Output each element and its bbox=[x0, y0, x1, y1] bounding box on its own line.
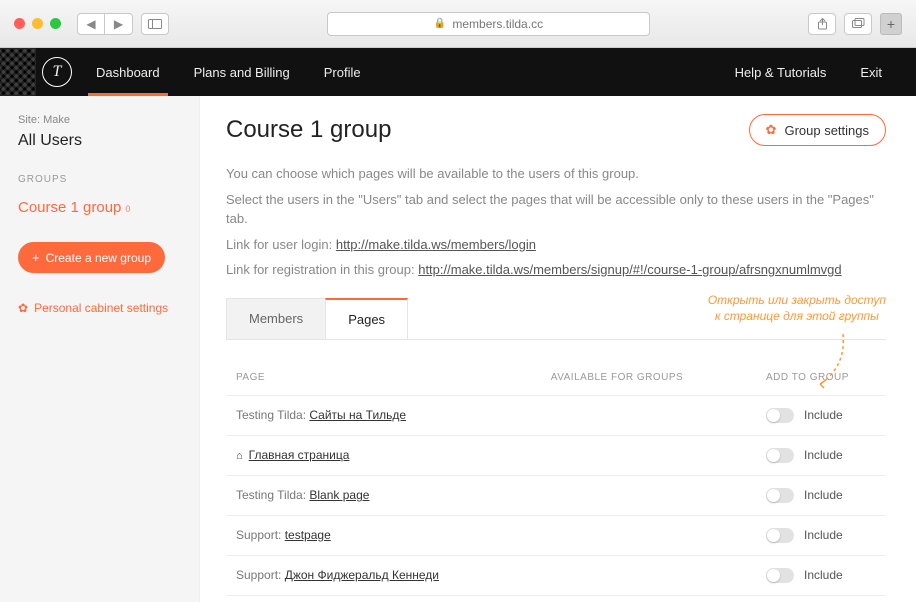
page-cell: Testing Tilda: Сайты на Тильде bbox=[226, 395, 541, 435]
available-cell bbox=[541, 515, 756, 555]
page-cell: Support: testpage bbox=[226, 515, 541, 555]
description-line-2: Select the users in the "Users" tab and … bbox=[226, 190, 886, 229]
gear-icon: ✿ bbox=[766, 122, 777, 138]
include-toggle[interactable] bbox=[766, 408, 794, 423]
add-cell: Include bbox=[756, 435, 886, 475]
page-prefix: Testing Tilda: bbox=[236, 488, 309, 502]
plus-icon: + bbox=[32, 250, 40, 265]
minimize-window-icon[interactable] bbox=[32, 18, 43, 29]
forward-button[interactable]: ▶ bbox=[105, 13, 133, 35]
callout-annotation: Открыть или закрыть доступ к странице дл… bbox=[708, 292, 886, 324]
pages-table: PAGE AVAILABLE FOR GROUPS ADD TO GROUP T… bbox=[226, 360, 886, 602]
include-label: Include bbox=[804, 488, 843, 502]
close-window-icon[interactable] bbox=[14, 18, 25, 29]
tabs-button[interactable] bbox=[844, 13, 872, 35]
available-cell bbox=[541, 435, 756, 475]
address-bar[interactable]: 🔒 members.tilda.cc bbox=[327, 12, 650, 36]
col-page: PAGE bbox=[226, 360, 541, 396]
include-label: Include bbox=[804, 448, 843, 462]
include-label: Include bbox=[804, 568, 843, 582]
nav-exit[interactable]: Exit bbox=[856, 65, 886, 80]
page-link[interactable]: Blank page bbox=[309, 488, 369, 502]
table-row: Testing Tilda: Blank page Include bbox=[226, 475, 886, 515]
page-cell: Testing Tilda: Blank page bbox=[226, 475, 541, 515]
available-cell bbox=[541, 395, 756, 435]
create-group-button[interactable]: + Create a new group bbox=[18, 242, 165, 273]
browser-chrome: ◀ ▶ 🔒 members.tilda.cc + bbox=[0, 0, 916, 48]
back-button[interactable]: ◀ bbox=[77, 13, 105, 35]
groups-heading: GROUPS bbox=[18, 174, 181, 185]
logo-letter: T bbox=[53, 63, 62, 81]
page-link[interactable]: Джон Фиджеральд Кеннеди bbox=[285, 568, 439, 582]
login-link-line: Link for user login: http://make.tilda.w… bbox=[226, 235, 886, 255]
nav-plans[interactable]: Plans and Billing bbox=[190, 48, 294, 96]
nav-dashboard[interactable]: Dashboard bbox=[92, 48, 164, 96]
include-toggle[interactable] bbox=[766, 488, 794, 503]
include-label: Include bbox=[804, 408, 843, 422]
home-icon: ⌂ bbox=[236, 450, 243, 462]
tab-members[interactable]: Members bbox=[226, 298, 326, 339]
site-label: Site: Make bbox=[18, 114, 181, 126]
table-row: Support: testpage Include bbox=[226, 515, 886, 555]
new-tab-button[interactable]: + bbox=[880, 13, 902, 35]
table-row: Support: Настройки страницы Include bbox=[226, 595, 886, 602]
available-cell bbox=[541, 595, 756, 602]
page-cell: ⌂ Главная страница bbox=[226, 435, 541, 475]
table-row: Support: Джон Фиджеральд Кеннеди Include bbox=[226, 555, 886, 595]
personal-cabinet-link[interactable]: ✿ Personal cabinet settings bbox=[18, 301, 181, 315]
group-settings-button[interactable]: ✿ Group settings bbox=[749, 114, 886, 146]
include-toggle[interactable] bbox=[766, 528, 794, 543]
page-title: Course 1 group bbox=[226, 116, 391, 144]
window-controls bbox=[14, 18, 61, 29]
page-cell: Support: Джон Фиджеральд Кеннеди bbox=[226, 555, 541, 595]
sidebar-button[interactable] bbox=[141, 13, 169, 35]
maximize-window-icon[interactable] bbox=[50, 18, 61, 29]
add-cell: Include bbox=[756, 515, 886, 555]
page-prefix: Support: bbox=[236, 568, 285, 582]
signup-link[interactable]: http://make.tilda.ws/members/signup/#!/c… bbox=[418, 262, 841, 277]
page-cell: Support: Настройки страницы bbox=[226, 595, 541, 602]
page-prefix: Support: bbox=[236, 528, 285, 542]
main-content: Course 1 group ✿ Group settings You can … bbox=[200, 96, 916, 602]
add-cell: Include bbox=[756, 555, 886, 595]
login-link[interactable]: http://make.tilda.ws/members/login bbox=[336, 237, 536, 252]
table-row: ⌂ Главная страница Include bbox=[226, 435, 886, 475]
logo-icon[interactable]: T bbox=[42, 57, 72, 87]
table-row: Testing Tilda: Сайты на Тильде Include bbox=[226, 395, 886, 435]
tab-pages[interactable]: Pages bbox=[325, 298, 408, 339]
add-cell: Include bbox=[756, 475, 886, 515]
include-toggle[interactable] bbox=[766, 568, 794, 583]
include-toggle[interactable] bbox=[766, 448, 794, 463]
nav-profile[interactable]: Profile bbox=[320, 48, 365, 96]
page-prefix: Testing Tilda: bbox=[236, 408, 309, 422]
sidebar-item-course1-group[interactable]: Course 1 group 0 bbox=[18, 199, 181, 216]
page-link[interactable]: testpage bbox=[285, 528, 331, 542]
group-count-badge: 0 bbox=[125, 204, 130, 214]
include-label: Include bbox=[804, 528, 843, 542]
page-link[interactable]: Главная страница bbox=[249, 448, 350, 462]
available-cell bbox=[541, 475, 756, 515]
col-available: AVAILABLE FOR GROUPS bbox=[541, 360, 756, 396]
add-cell: Include bbox=[756, 595, 886, 602]
url-text: members.tilda.cc bbox=[452, 17, 543, 31]
col-add: ADD TO GROUP bbox=[756, 360, 886, 396]
top-nav: T Dashboard Plans and Billing Profile He… bbox=[0, 48, 916, 96]
lock-icon: 🔒 bbox=[434, 18, 446, 29]
gear-icon: ✿ bbox=[18, 301, 28, 315]
share-button[interactable] bbox=[808, 13, 836, 35]
description-line-1: You can choose which pages will be avail… bbox=[226, 164, 886, 184]
sidebar-item-all-users[interactable]: All Users bbox=[18, 132, 181, 150]
nav-help[interactable]: Help & Tutorials bbox=[731, 65, 831, 80]
signup-link-line: Link for registration in this group: htt… bbox=[226, 260, 886, 280]
sidebar: Site: Make All Users GROUPS Course 1 gro… bbox=[0, 96, 200, 602]
add-cell: Include bbox=[756, 395, 886, 435]
page-link[interactable]: Сайты на Тильде bbox=[309, 408, 406, 422]
available-cell bbox=[541, 555, 756, 595]
brand-pattern bbox=[0, 48, 36, 96]
